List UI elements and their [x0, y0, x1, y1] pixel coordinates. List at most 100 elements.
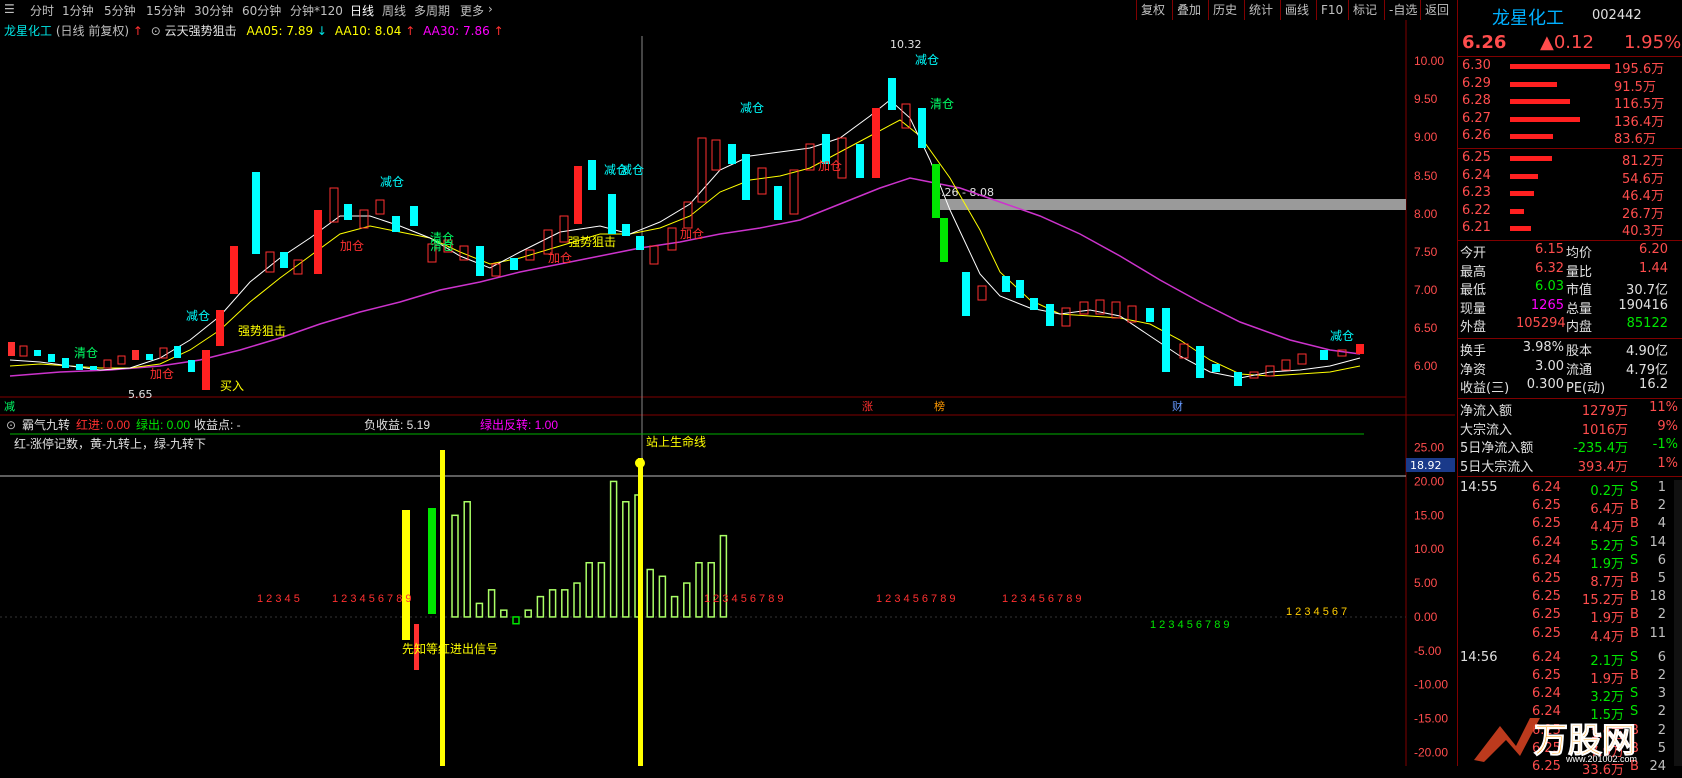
stat-row[interactable]: 外盘 105294 内盘 85122	[1458, 316, 1682, 335]
candle-down	[1046, 304, 1054, 326]
watchlist-button[interactable]: -自选	[1384, 0, 1421, 20]
period-tab-1min[interactable]: 1分钟	[62, 2, 94, 19]
tick-row[interactable]: 14:55 6.24 0.2万 S 1	[1458, 480, 1682, 499]
indicator-title[interactable]: 云天强势狙击	[165, 24, 237, 38]
signal-label: 加仓	[818, 159, 842, 173]
indicator-collapse-icon[interactable]: ⊙	[6, 418, 16, 432]
bid-row[interactable]: 6.23 46.4万	[1458, 185, 1682, 204]
flow-row[interactable]: 5日大宗流入 393.4万 1%	[1458, 456, 1682, 475]
stat-key: 流通	[1566, 362, 1593, 378]
period-tab-fenshi[interactable]: 分时	[30, 2, 54, 19]
chart-background	[0, 20, 1455, 766]
stock-name-label: 龙星化工	[4, 24, 53, 38]
signal-label: 减仓	[380, 175, 404, 189]
flow-row[interactable]: 5日净流入额 -235.4万 -1%	[1458, 437, 1682, 456]
candle-up	[8, 342, 15, 356]
period-tab-5min[interactable]: 5分钟	[104, 2, 136, 19]
overlay-button[interactable]: 叠加	[1172, 0, 1205, 20]
tick-row[interactable]: 14:56 6.24 2.1万 S 6	[1458, 650, 1682, 669]
tick-row[interactable]: 6.25 8.7万 B 5	[1458, 571, 1682, 590]
flow-pct: 11%	[1649, 400, 1678, 415]
stat-row[interactable]: 今开 6.15 均价 6.20	[1458, 242, 1682, 261]
bid-row[interactable]: 6.24 54.6万	[1458, 168, 1682, 187]
ask-row[interactable]: 6.26 83.6万	[1458, 128, 1682, 147]
stat-row[interactable]: 最高 6.32 量比 1.44	[1458, 261, 1682, 280]
ask-row[interactable]: 6.28 116.5万	[1458, 93, 1682, 112]
tick-volume: 1.9万	[1590, 672, 1624, 687]
bid-row[interactable]: 6.22 26.7万	[1458, 203, 1682, 222]
f10-button[interactable]: F10	[1316, 0, 1347, 20]
stat-value: 0.300	[1526, 377, 1564, 392]
stat-key: 量比	[1566, 264, 1593, 280]
toolbar-menu-icon[interactable]: ☰	[4, 2, 15, 16]
ask-row[interactable]: 6.29 91.5万	[1458, 76, 1682, 95]
stat2-row[interactable]: 换手 3.98% 股本 4.90亿	[1458, 340, 1682, 359]
stat-row[interactable]: 现量 1265 总量 190416	[1458, 298, 1682, 317]
candle-up	[1356, 344, 1364, 354]
tick-count: 4	[1657, 516, 1666, 532]
tick-row[interactable]: 6.25 15.2万 B 18	[1458, 589, 1682, 608]
stats-button[interactable]: 统计	[1244, 0, 1277, 20]
neg-profit-value: 负收益: 5.19	[364, 418, 430, 432]
ask-row[interactable]: 6.30 195.6万	[1458, 58, 1682, 77]
quote-price-row: 6.26 ▲0.12 1.95%	[1458, 32, 1682, 54]
flow-key: 大宗流入	[1460, 422, 1513, 438]
signal-label: 减仓	[915, 53, 939, 67]
candle-down	[728, 144, 736, 164]
tick-row[interactable]: 6.25 4.4万 B 4	[1458, 516, 1682, 536]
tick-row[interactable]: 6.25 4.4万 B 11	[1458, 626, 1682, 645]
period-tab-weekly[interactable]: 周线	[382, 2, 406, 19]
green-reverse-value: 绿出反转: 1.00	[480, 417, 558, 432]
tick-row[interactable]: 6.25 1.9万 B 2	[1458, 668, 1682, 687]
bid-row[interactable]: 6.21 40.3万	[1458, 220, 1682, 239]
period-tab-60min[interactable]: 60分钟	[242, 2, 281, 19]
period-tab-daily[interactable]: 日线	[350, 2, 374, 19]
period-tab-15min[interactable]: 15分钟	[146, 2, 185, 19]
history-button[interactable]: 历史	[1208, 0, 1241, 20]
sequence-label: 1 2 3 4 5 6 7 8 9	[1150, 619, 1230, 631]
tick-row[interactable]: 6.25 6.4万 B 2	[1458, 498, 1682, 517]
flow-value: 393.4万	[1577, 459, 1628, 475]
tick-row[interactable]: 6.25 1.9万 B 2	[1458, 607, 1682, 626]
stat2-row[interactable]: 收益(三) 0.300 PE(动) 16.2	[1458, 377, 1682, 396]
period-tab-more[interactable]: 更多	[460, 2, 484, 19]
stat-row[interactable]: 最低 6.03 市值 30.7亿	[1458, 279, 1682, 298]
period-tab-multi[interactable]: 多周期	[414, 2, 450, 19]
tick-count: 2	[1657, 498, 1666, 514]
tick-scrollbar[interactable]	[1674, 480, 1682, 766]
period-tab-30min[interactable]: 30分钟	[194, 2, 233, 19]
candle-down	[888, 78, 896, 110]
indicator-name[interactable]: 霸气九转	[22, 417, 70, 432]
period-tab-120min[interactable]: 分钟*120	[290, 2, 343, 19]
draw-line-button[interactable]: 画线	[1280, 0, 1313, 20]
logo-url: www.201002.com	[1565, 754, 1637, 764]
candle-down	[146, 354, 153, 360]
tick-row[interactable]: 6.24 3.2万 S 3	[1458, 686, 1682, 705]
divider	[1458, 476, 1682, 477]
flow-row[interactable]: 净流入额 1279万 11%	[1458, 400, 1682, 419]
fuquan-button[interactable]: 复权	[1136, 0, 1169, 20]
bid-volume: 46.4万	[1622, 189, 1664, 204]
candle-up	[132, 350, 139, 360]
more-chevron-icon[interactable]: ›	[488, 2, 493, 16]
candle-up	[230, 246, 238, 294]
back-button[interactable]: 返回	[1420, 0, 1453, 20]
candle-down	[280, 252, 288, 268]
indicator-settings-icon[interactable]: ⊙	[151, 24, 161, 38]
ask-row[interactable]: 6.27 136.4万	[1458, 111, 1682, 130]
candle-down	[34, 350, 41, 356]
indicator-tick: -5.00	[1414, 644, 1442, 658]
tick-direction: S	[1630, 552, 1639, 568]
bottom-tag: 榜	[934, 399, 945, 413]
stat-key: 均价	[1566, 246, 1593, 261]
flow-row[interactable]: 大宗流入 1016万 9%	[1458, 419, 1682, 438]
tick-volume: 5.2万	[1590, 538, 1624, 554]
bid-row[interactable]: 6.25 81.2万	[1458, 150, 1682, 169]
tick-volume: 4.4万	[1590, 520, 1624, 536]
kline-chart[interactable]: 10.00 9.50 9.00 8.50 8.00 7.50 7.00 6.50…	[0, 20, 1455, 766]
sequence-label: 1 2 3 4 5 6 7 8 9	[332, 593, 412, 605]
stat2-row[interactable]: 净资 3.00 流通 4.79亿	[1458, 359, 1682, 378]
tick-row[interactable]: 6.24 5.2万 S 14	[1458, 535, 1682, 554]
mark-button[interactable]: 标记	[1348, 0, 1381, 20]
tick-row[interactable]: 6.24 1.9万 S 6	[1458, 552, 1682, 572]
